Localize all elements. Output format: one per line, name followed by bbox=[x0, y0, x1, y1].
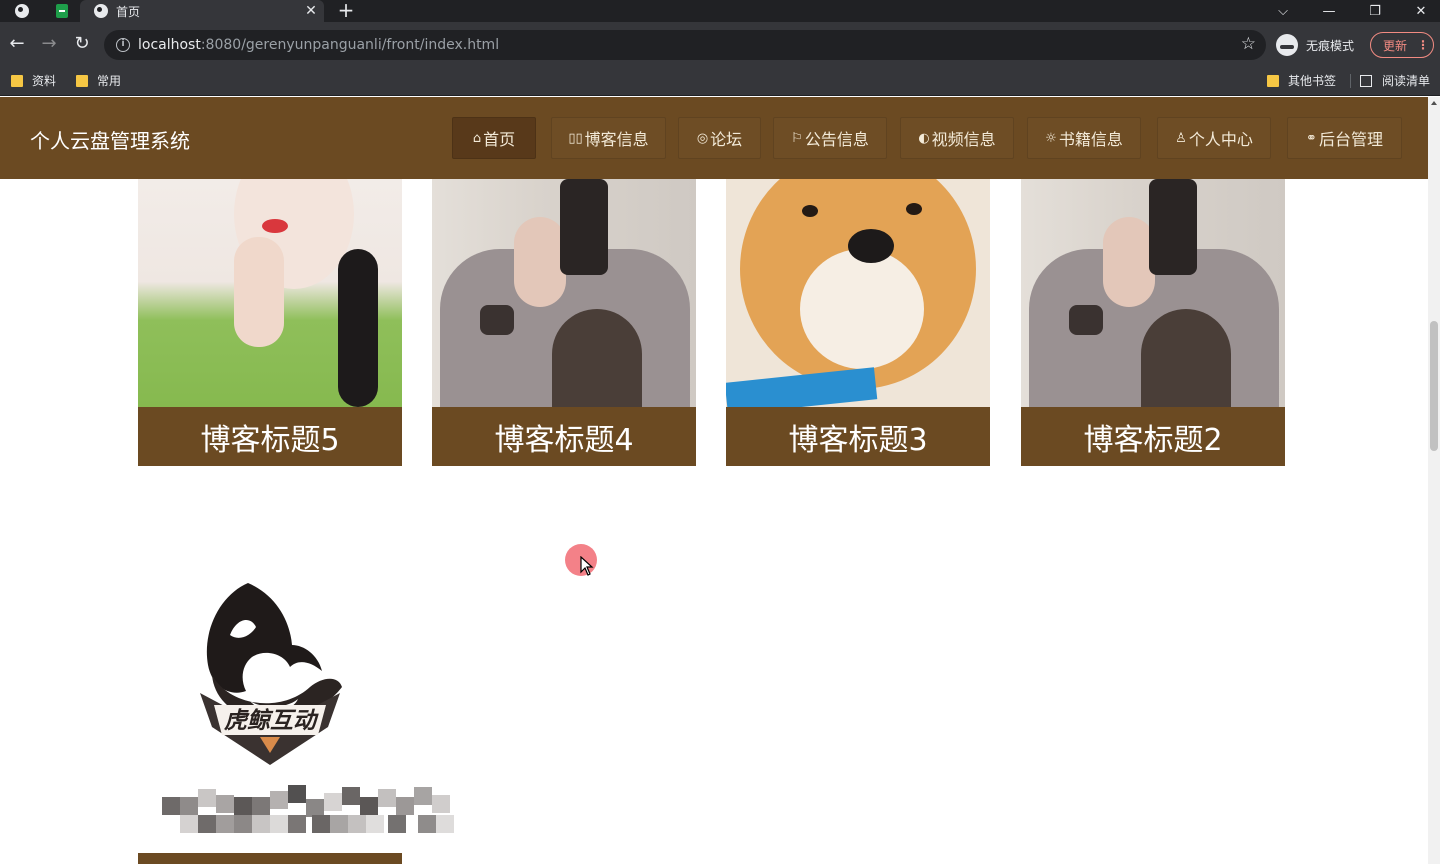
svg-text:虎鲸互动: 虎鲸互动 bbox=[224, 708, 319, 734]
folder-icon bbox=[11, 74, 23, 87]
bookmarks-bar: 资料 常用 其他书签 阅读清单 bbox=[0, 66, 1440, 96]
nav-home[interactable]: ⌂ 首页 bbox=[452, 117, 536, 159]
nav-label: 博客信息 bbox=[584, 130, 649, 149]
book-icon: ☼ bbox=[1045, 130, 1057, 146]
blog-thumbnail bbox=[726, 179, 990, 415]
nav-notice[interactable]: ⚐ 公告信息 bbox=[773, 117, 887, 159]
nav-admin[interactable]: ⚭ 后台管理 bbox=[1287, 117, 1402, 159]
mouse-cursor-icon bbox=[580, 556, 594, 576]
reading-list-button[interactable]: 阅读清单 bbox=[1360, 72, 1430, 89]
more-menu-icon[interactable]: ⋮ bbox=[1417, 38, 1429, 52]
reload-button[interactable]: ↻ bbox=[70, 32, 94, 56]
nav-forum[interactable]: ◎ 论坛 bbox=[678, 117, 761, 159]
site-title: 个人云盘管理系统 bbox=[30, 129, 190, 153]
pinned-tab[interactable] bbox=[2, 0, 42, 22]
blog-title: 博客标题3 bbox=[726, 407, 990, 466]
user-icon: ♙ bbox=[1175, 130, 1187, 146]
incognito-label: 无痕模式 bbox=[1306, 38, 1355, 53]
blog-title: 博客标题5 bbox=[138, 407, 402, 466]
card-caption-strip bbox=[138, 853, 402, 864]
active-tab[interactable]: 首页 ✕ bbox=[80, 0, 324, 22]
nav-label: 视频信息 bbox=[931, 130, 996, 149]
forum-icon: ◎ bbox=[696, 130, 709, 146]
video-icon: ◐ bbox=[918, 130, 930, 146]
pinned-tab-sheets[interactable] bbox=[42, 0, 82, 22]
incognito-icon bbox=[1276, 34, 1298, 56]
home-icon: ⌂ bbox=[472, 130, 482, 146]
nav-profile[interactable]: ♙ 个人中心 bbox=[1157, 117, 1271, 159]
tab-search-icon[interactable]: ⌵ bbox=[1260, 0, 1306, 22]
bookmark-label: 其他书签 bbox=[1288, 74, 1337, 88]
reading-list-icon bbox=[1360, 74, 1372, 87]
blog-icon: ▯▯ bbox=[568, 130, 583, 146]
blog-title: 博客标题2 bbox=[1021, 407, 1285, 466]
globe-icon bbox=[94, 4, 108, 18]
url-input[interactable]: i localhost :8080/gerenyunpanguanli/fron… bbox=[104, 30, 1266, 60]
folder-icon bbox=[76, 74, 88, 87]
blog-card[interactable]: 博客标题3 bbox=[726, 179, 990, 466]
nav-label: 后台管理 bbox=[1318, 130, 1383, 149]
link-icon: ⚭ bbox=[1306, 130, 1317, 146]
page-viewport: 博客标题5 博客标题4 博客标题3 博客标题2 个人云盘管理系统 ⌂ 首页 ▯▯… bbox=[0, 97, 1440, 864]
globe-icon bbox=[15, 4, 29, 18]
blog-thumbnail bbox=[1021, 179, 1285, 419]
folder-icon bbox=[1267, 74, 1279, 87]
flag-icon: ⚐ bbox=[791, 130, 803, 146]
nav-label: 首页 bbox=[483, 130, 516, 149]
browser-tab-strip: 首页 ✕ + ⌵ — ❐ ✕ bbox=[0, 0, 1440, 22]
nav-label: 书籍信息 bbox=[1058, 130, 1123, 149]
bookmark-folder-ziliao[interactable]: 资料 bbox=[11, 72, 56, 89]
nav-video[interactable]: ◐ 视频信息 bbox=[900, 117, 1014, 159]
blog-card[interactable]: 博客标题4 bbox=[432, 179, 696, 466]
nav-books[interactable]: ☼ 书籍信息 bbox=[1027, 117, 1141, 159]
tab-close-icon[interactable]: ✕ bbox=[298, 3, 324, 19]
nav-label: 论坛 bbox=[710, 130, 743, 149]
blog-title: 博客标题4 bbox=[432, 407, 696, 466]
bookmark-label: 资料 bbox=[32, 74, 57, 88]
pixelated-caption bbox=[162, 785, 458, 839]
orca-logo: 虎鲸互动 bbox=[200, 583, 342, 765]
forward-button[interactable]: → bbox=[37, 32, 61, 56]
bookmark-label: 阅读清单 bbox=[1382, 74, 1431, 88]
blog-card[interactable]: 博客标题2 bbox=[1021, 179, 1285, 466]
new-tab-button[interactable]: + bbox=[334, 0, 358, 22]
back-button[interactable]: ← bbox=[5, 32, 29, 56]
bookmark-label: 常用 bbox=[97, 74, 122, 88]
incognito-indicator[interactable]: 无痕模式 bbox=[1276, 34, 1354, 56]
site-header: 个人云盘管理系统 ⌂ 首页 ▯▯ 博客信息 ◎ 论坛 ⚐ 公告信息 ◐ 视频信息… bbox=[0, 97, 1428, 179]
update-label: 更新 bbox=[1383, 38, 1408, 53]
blog-card[interactable]: 博客标题5 bbox=[138, 179, 402, 466]
page-scrollbar[interactable] bbox=[1428, 97, 1440, 864]
bookmark-folder-changyong[interactable]: 常用 bbox=[76, 72, 121, 89]
blog-thumbnail bbox=[432, 179, 696, 419]
bookmark-folder-other[interactable]: 其他书签 bbox=[1267, 72, 1336, 89]
close-window-button[interactable]: ✕ bbox=[1398, 0, 1440, 22]
restore-button[interactable]: ❐ bbox=[1352, 0, 1398, 22]
update-button[interactable]: 更新 ⋮ bbox=[1370, 32, 1434, 58]
tab-title: 首页 bbox=[116, 4, 141, 19]
nav-label: 公告信息 bbox=[804, 130, 869, 149]
blog-thumbnail bbox=[138, 179, 402, 407]
scroll-up-arrow-icon[interactable] bbox=[1431, 101, 1437, 105]
scroll-thumb[interactable] bbox=[1430, 321, 1438, 451]
minimize-button[interactable]: — bbox=[1306, 0, 1352, 22]
address-bar-row: ← → ↻ i localhost :8080/gerenyunpanguanl… bbox=[0, 22, 1440, 66]
site-info-icon[interactable]: i bbox=[116, 38, 130, 52]
bookmark-divider bbox=[1350, 74, 1351, 88]
bookmark-star-icon[interactable]: ☆ bbox=[1241, 34, 1256, 54]
url-path: :8080/gerenyunpanguanli/front/index.html bbox=[200, 37, 500, 53]
sheets-icon bbox=[56, 4, 68, 18]
nav-label: 个人中心 bbox=[1188, 130, 1253, 149]
url-host: localhost bbox=[138, 37, 201, 53]
nav-blog[interactable]: ▯▯ 博客信息 bbox=[551, 117, 666, 159]
